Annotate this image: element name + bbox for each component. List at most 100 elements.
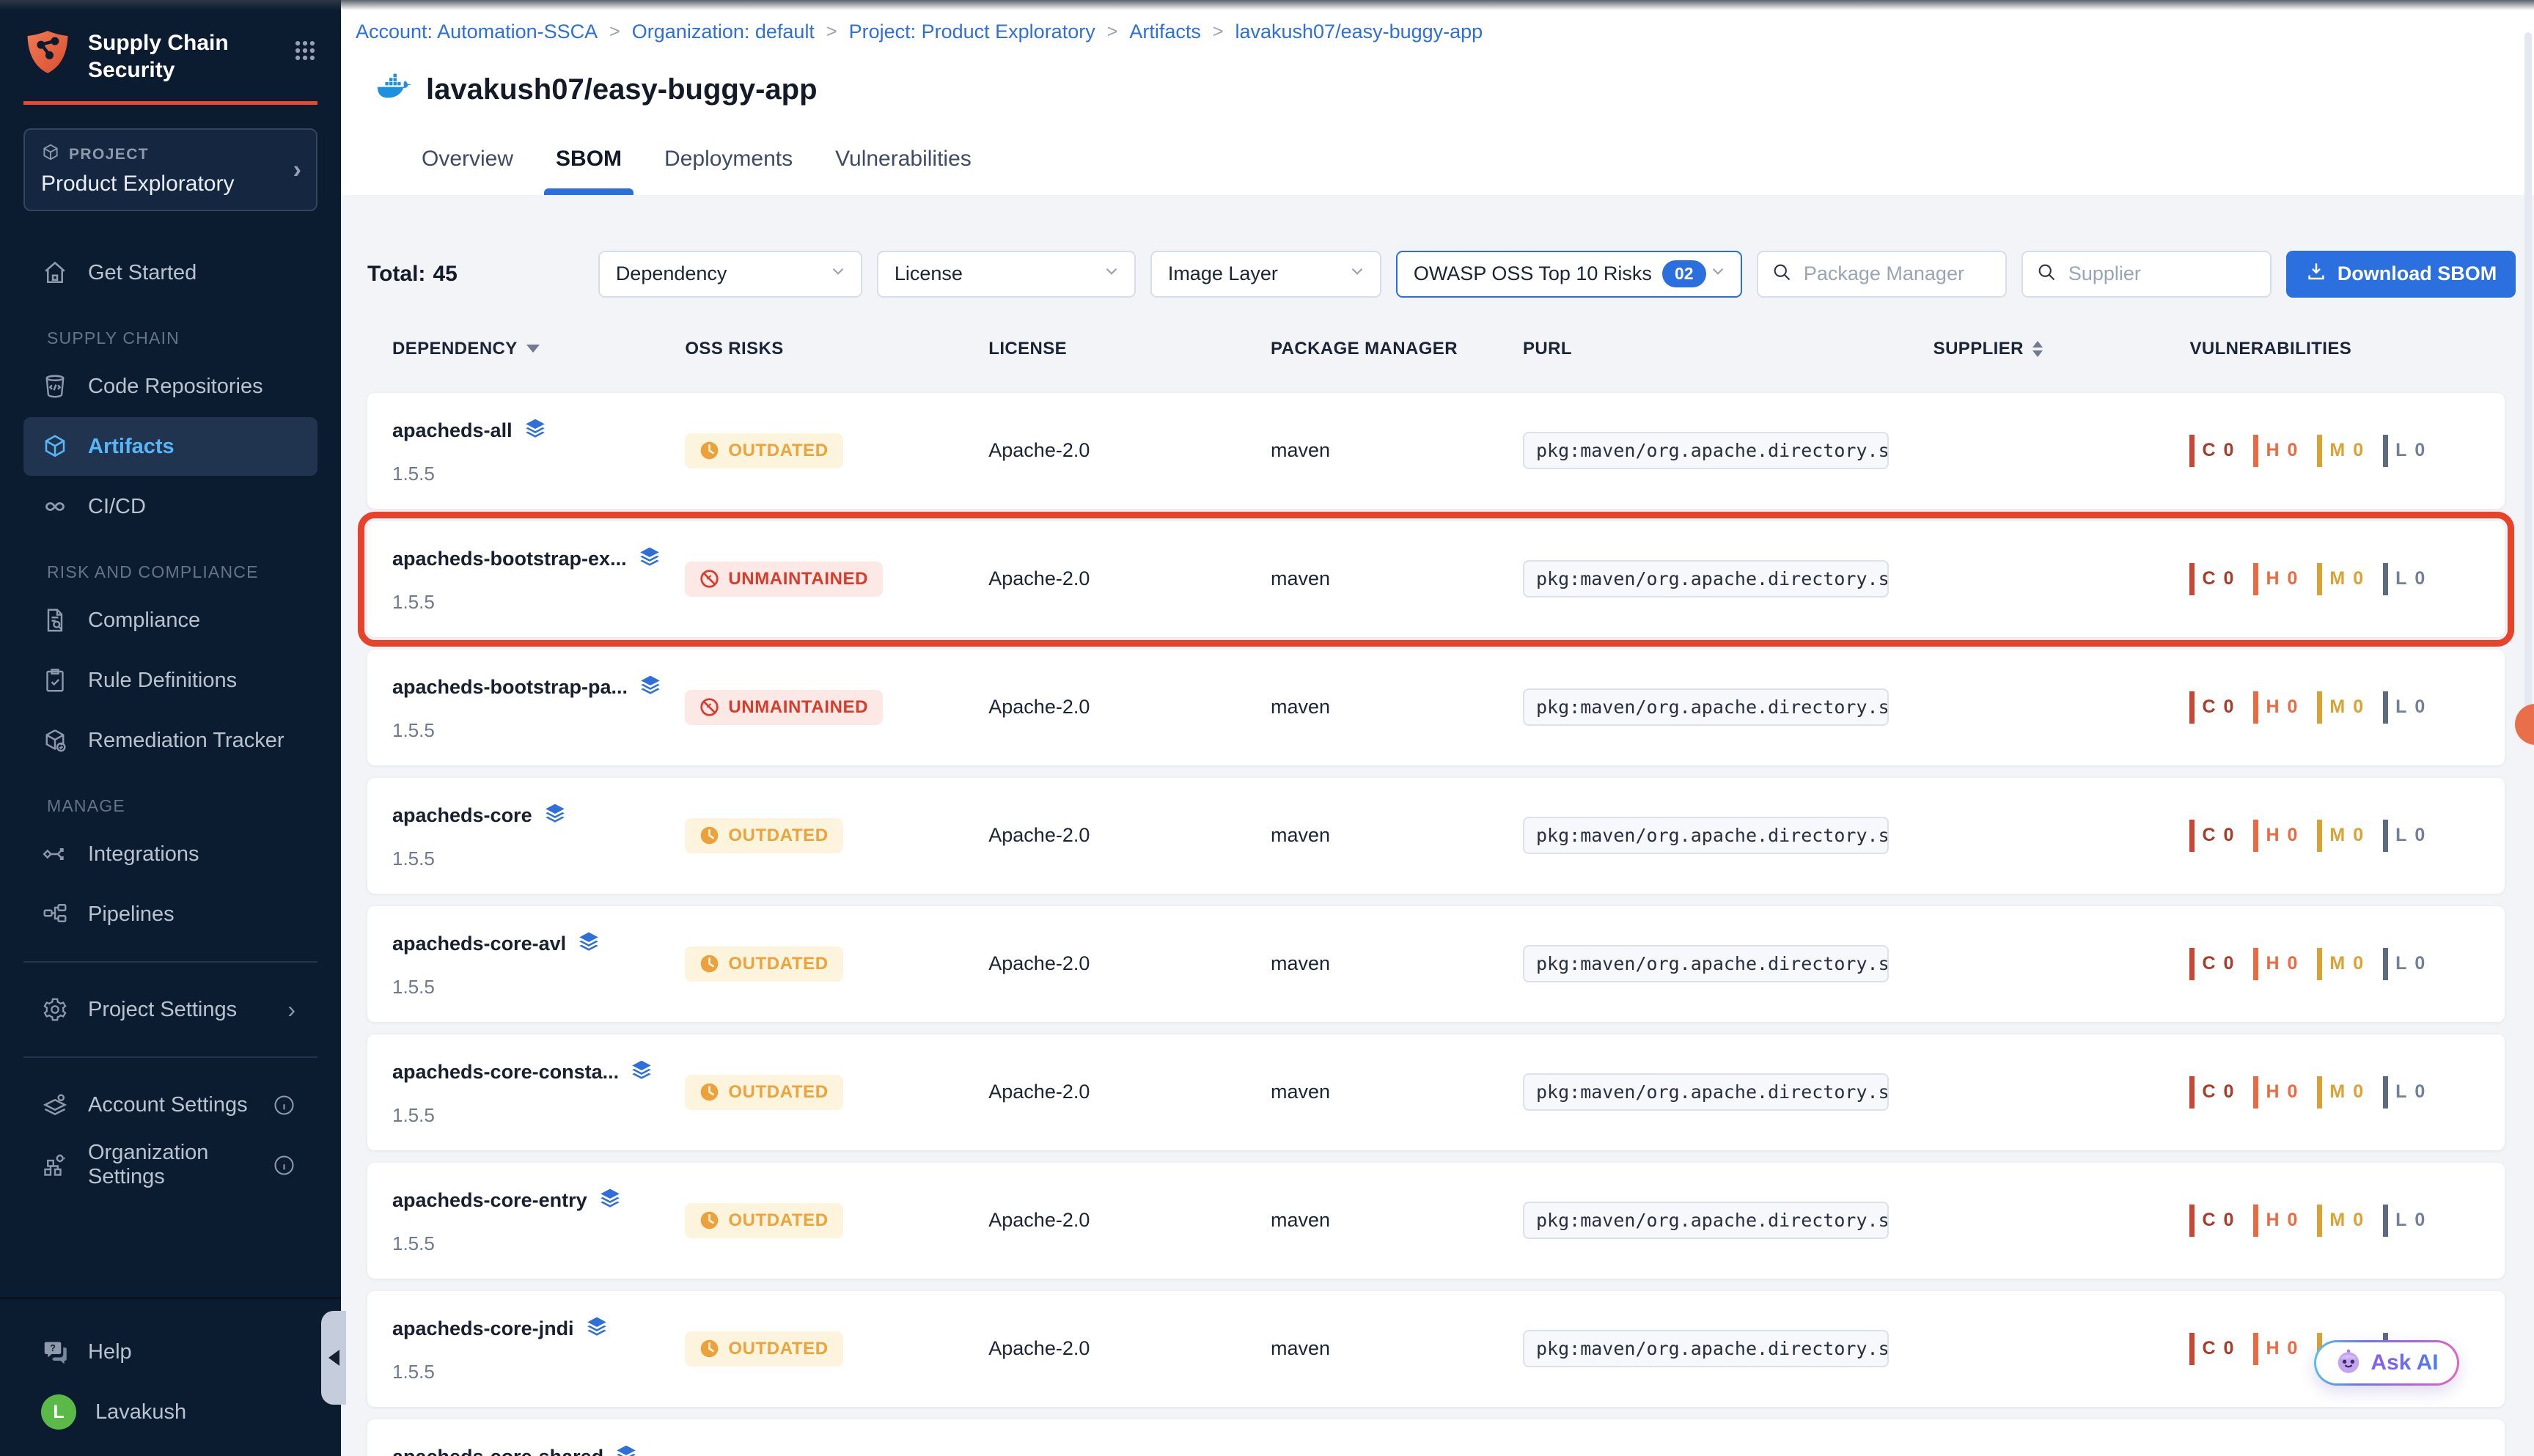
download-sbom-button[interactable]: Download SBOM — [2286, 251, 2516, 298]
info-icon[interactable] — [273, 1094, 295, 1117]
dependency-name: apacheds-core-avl — [392, 933, 566, 955]
ask-ai-button[interactable]: Ask AI — [2314, 1340, 2459, 1386]
table-row[interactable]: apacheds-core-jndi 1.5.5 OUTDATED Apache… — [367, 1291, 2505, 1407]
image-layer-filter-dropdown[interactable]: Image Layer — [1150, 251, 1381, 298]
purl-cell: pkg:maven/org.apache.directory.s… — [1498, 650, 1909, 765]
breadcrumb-organization[interactable]: Organization: default — [632, 21, 815, 43]
sidebar-footer: ? Help L Lavakush — [0, 1297, 341, 1456]
sidebar-item-account-settings[interactable]: Account Settings — [23, 1076, 317, 1134]
tab-deployments[interactable]: Deployments — [664, 147, 793, 195]
tab-sbom[interactable]: SBOM — [556, 147, 622, 195]
vuln-count: 0 — [2288, 825, 2299, 846]
license-value: Apache-2.0 — [988, 952, 1090, 975]
dependency-version: 1.5.5 — [392, 1232, 435, 1255]
sidebar-item-pipelines[interactable]: Pipelines — [23, 885, 317, 944]
layers-icon — [576, 930, 601, 958]
risk-badge-label: OUTDATED — [728, 826, 828, 846]
dependency-version: 1.5.5 — [392, 1361, 435, 1383]
vuln-count: 0 — [2353, 953, 2364, 974]
breadcrumb-artifacts[interactable]: Artifacts — [1129, 21, 1201, 43]
license-cell: Apache-2.0 — [963, 1163, 1246, 1279]
purl-chip[interactable]: pkg:maven/org.apache.directory.s… — [1523, 1202, 1889, 1239]
package-manager-value: maven — [1271, 1337, 1330, 1360]
supplier-search-input[interactable] — [2067, 262, 2257, 286]
dependency-filter-dropdown[interactable]: Dependency — [598, 251, 862, 298]
owasp-count-badge: 02 — [1662, 260, 1706, 287]
sidebar-item-project-settings[interactable]: Project Settings › — [23, 980, 317, 1039]
vuln-indicator: H0 — [2253, 1076, 2298, 1108]
tab-overview[interactable]: Overview — [422, 147, 513, 195]
sidebar-item-compliance[interactable]: Compliance — [23, 591, 317, 650]
purl-chip[interactable]: pkg:maven/org.apache.directory.s… — [1523, 1330, 1889, 1367]
project-selector[interactable]: PROJECT Product Exploratory › — [23, 128, 317, 211]
sidebar-nav: Get Started SUPPLY CHAIN Code Repositori… — [0, 242, 341, 1196]
table-row[interactable]: apacheds-all 1.5.5 OUTDATED Apache-2.0 m… — [367, 393, 2505, 509]
sidebar-item-integrations[interactable]: Integrations — [23, 825, 317, 883]
vuln-indicator: C0 — [2189, 948, 2234, 980]
vuln-count: 0 — [2414, 1210, 2425, 1231]
license-filter-dropdown[interactable]: License — [877, 251, 1136, 298]
vuln-label: H — [2266, 1081, 2280, 1103]
purl-chip[interactable]: pkg:maven/org.apache.directory.s… — [1523, 1073, 1889, 1111]
sidebar-collapse-handle[interactable] — [321, 1311, 346, 1405]
vuln-indicator: M0 — [2317, 820, 2364, 852]
purl-chip[interactable]: pkg:maven/org.apache.directory.s… — [1523, 432, 1889, 469]
vuln-count: 0 — [2414, 568, 2425, 589]
purl-chip[interactable]: pkg:maven/org.apache.directory.s… — [1523, 560, 1889, 598]
dependency-cell: apacheds-core-jndi 1.5.5 — [367, 1291, 660, 1407]
chevron-down-icon — [1348, 262, 1367, 286]
dependency-version: 1.5.5 — [392, 591, 435, 614]
vulnerabilities-cell: C0 H0 M0 L0 — [2164, 393, 2504, 509]
apps-grid-icon[interactable] — [293, 38, 317, 67]
divider — [23, 961, 317, 963]
sidebar-item-code-repositories[interactable]: Code Repositories — [23, 357, 317, 416]
layers-icon — [543, 801, 568, 830]
breadcrumb-artifact-name[interactable]: lavakush07/easy-buggy-app — [1235, 21, 1483, 43]
sidebar-item-help[interactable]: ? Help — [23, 1323, 317, 1381]
vuln-count: 0 — [2353, 825, 2364, 846]
chevron-right-icon: › — [287, 996, 295, 1023]
purl-chip[interactable]: pkg:maven/org.apache.directory.s… — [1523, 688, 1889, 726]
code-repo-icon — [41, 372, 69, 400]
purl-cell: pkg:maven/org.apache.directory.s… — [1498, 778, 1909, 894]
vulnerabilities-cell: C0 H0 M0 L0 — [2164, 1034, 2504, 1150]
table-row[interactable]: apacheds-bootstrap-ex... 1.5.5 UNMAINTAI… — [367, 521, 2505, 637]
table-row[interactable]: apacheds-core-entry 1.5.5 OUTDATED Apach… — [367, 1163, 2505, 1279]
table-row[interactable]: apacheds-core-consta... 1.5.5 OUTDATED A… — [367, 1034, 2505, 1150]
vuln-label: L — [2395, 825, 2407, 846]
column-header-dependency[interactable]: DEPENDENCY — [367, 339, 660, 359]
table-row[interactable]: apacheds-core-avl 1.5.5 OUTDATED Apache-… — [367, 906, 2505, 1022]
table-row[interactable]: apacheds-bootstrap-pa... 1.5.5 UNMAINTAI… — [367, 650, 2505, 765]
scrollbar[interactable] — [2524, 32, 2532, 743]
home-icon — [41, 259, 69, 287]
clock-icon — [699, 441, 719, 460]
table-row[interactable]: apacheds-core 1.5.5 OUTDATED Apache-2.0 … — [367, 778, 2505, 894]
sidebar-item-artifacts[interactable]: Artifacts — [23, 417, 317, 476]
ban-wrench-icon — [699, 697, 719, 717]
sidebar-item-cicd[interactable]: CI/CD — [23, 477, 317, 536]
package-manager-search-input[interactable] — [1802, 262, 1992, 286]
vuln-count: 0 — [2414, 440, 2425, 461]
column-header-supplier[interactable]: SUPPLIER — [1909, 339, 2165, 359]
oss-risk-cell: UNMAINTAINED — [660, 650, 963, 765]
dependency-cell: apacheds-core-entry 1.5.5 — [367, 1163, 660, 1279]
breadcrumb: Account: Automation-SSCA > Organization:… — [341, 21, 2534, 43]
package-manager-cell: maven — [1246, 906, 1498, 1022]
sidebar-item-get-started[interactable]: Get Started — [23, 243, 317, 302]
vulnerabilities-cell: C0 H0 M0 L0 — [2164, 906, 2504, 1022]
purl-cell: pkg:maven/org.apache.directory.s… — [1498, 1034, 1909, 1150]
sidebar-item-organization-settings[interactable]: Organization Settings — [23, 1136, 317, 1194]
breadcrumb-project[interactable]: Project: Product Exploratory — [849, 21, 1095, 43]
tab-vulnerabilities[interactable]: Vulnerabilities — [835, 147, 972, 195]
sidebar-item-remediation-tracker[interactable]: Remediation Tracker — [23, 711, 317, 770]
user-menu[interactable]: L Lavakush — [23, 1383, 317, 1441]
table-row[interactable]: apacheds-core-shared 1.5.5 OUTDATED Apac… — [367, 1419, 2505, 1456]
package-manager-value: maven — [1271, 567, 1330, 590]
breadcrumb-account[interactable]: Account: Automation-SSCA — [356, 21, 598, 43]
owasp-risks-filter-dropdown[interactable]: OWASP OSS Top 10 Risks 02 — [1396, 251, 1742, 298]
purl-chip[interactable]: pkg:maven/org.apache.directory.s… — [1523, 817, 1889, 854]
vuln-label: L — [2395, 440, 2407, 461]
purl-chip[interactable]: pkg:maven/org.apache.directory.s… — [1523, 945, 1889, 982]
info-icon[interactable] — [273, 1154, 295, 1177]
sidebar-item-rule-definitions[interactable]: Rule Definitions — [23, 651, 317, 710]
